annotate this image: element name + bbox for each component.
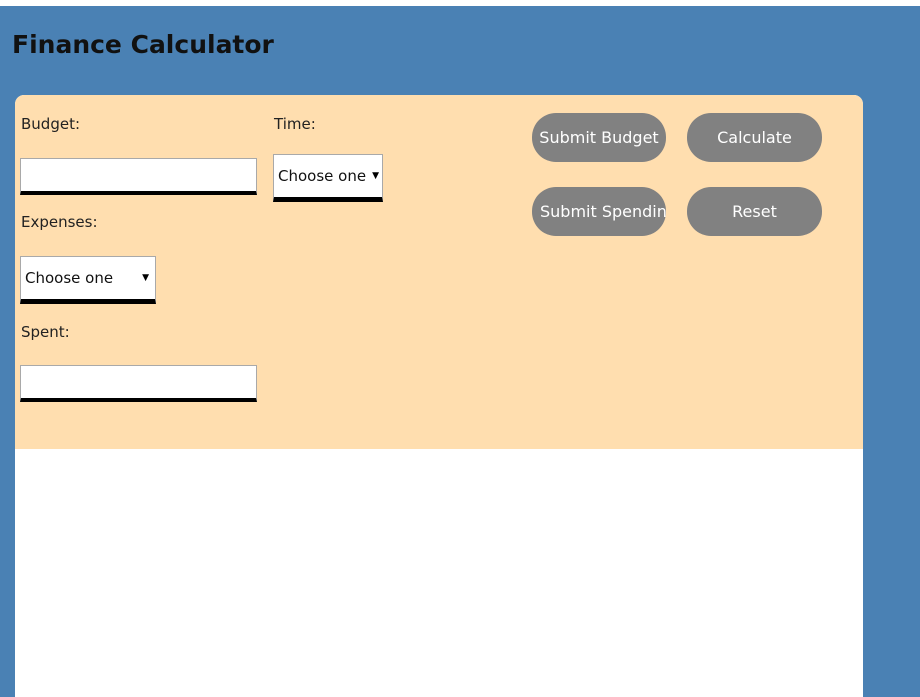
time-label: Time: <box>274 115 316 133</box>
expenses-selected-value: Choose one <box>25 269 114 287</box>
reset-button[interactable]: Reset <box>687 187 822 236</box>
spent-label: Spent: <box>21 323 70 341</box>
form-panel: Budget: Expenses: Choose one ▼ Spent: Ti… <box>15 95 863 449</box>
expenses-label: Expenses: <box>21 213 98 231</box>
app-background: Finance Calculator Budget: Expenses: Cho… <box>0 6 920 697</box>
budget-input[interactable] <box>20 158 257 195</box>
time-selected-value: Choose one <box>278 167 367 185</box>
calculator-card: Budget: Expenses: Choose one ▼ Spent: Ti… <box>15 95 863 697</box>
submit-spending-button[interactable]: Submit Spending <box>532 187 666 236</box>
time-select[interactable]: Choose one ▼ <box>273 154 383 202</box>
calculate-button[interactable]: Calculate <box>687 113 822 162</box>
page-title: Finance Calculator <box>12 30 274 59</box>
budget-label: Budget: <box>21 115 81 133</box>
chevron-down-icon: ▼ <box>372 171 379 181</box>
chevron-down-icon: ▼ <box>142 273 149 283</box>
expenses-select[interactable]: Choose one ▼ <box>20 256 156 304</box>
submit-budget-button[interactable]: Submit Budget <box>532 113 666 162</box>
spent-input[interactable] <box>20 365 257 402</box>
